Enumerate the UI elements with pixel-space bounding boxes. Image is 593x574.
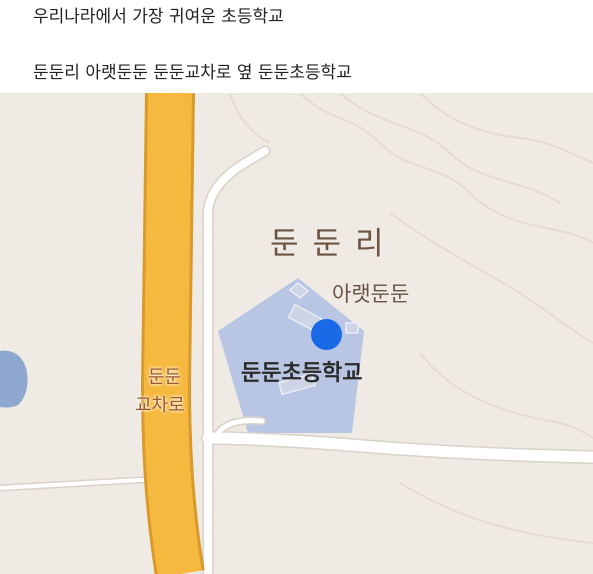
highway [140, 93, 205, 574]
post-line-2: 둔둔리 아랫둔둔 둔둔교차로 옆 둔둔초등학교 [33, 63, 352, 83]
location-pin-icon[interactable] [311, 319, 342, 350]
village-label: 둔둔리 [270, 226, 398, 262]
interchange-label-line2: 교차로 [135, 395, 185, 416]
hamlet-label: 아랫둔둔 [332, 282, 410, 306]
map-canvas [0, 93, 593, 574]
map-view[interactable]: 둔둔리 아랫둔둔 둔둔초등학교 둔둔 교차로 [0, 93, 593, 574]
post-line-1: 우리나라에서 가장 귀여운 초등학교 [33, 7, 284, 27]
school-label[interactable]: 둔둔초등학교 [241, 355, 362, 387]
interchange-label-line1: 둔둔 [148, 367, 182, 388]
water-body [0, 350, 28, 408]
